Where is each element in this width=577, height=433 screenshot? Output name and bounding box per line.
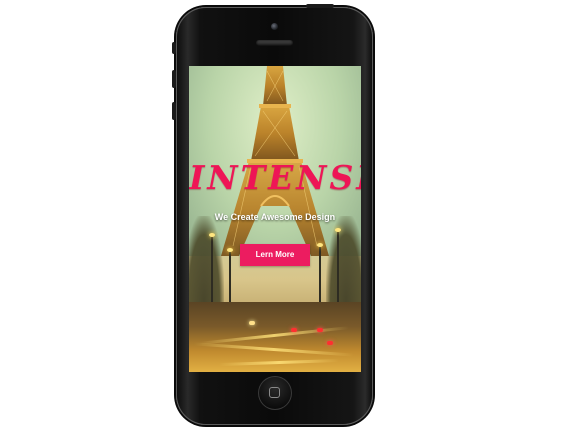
earpiece-speaker-icon bbox=[256, 40, 293, 46]
phone-screen: INTENSITY We Create Awesome Design Lern … bbox=[189, 66, 361, 372]
car-taillight bbox=[327, 341, 333, 345]
power-button bbox=[306, 4, 334, 8]
car-headlight bbox=[249, 321, 255, 325]
hero-subtitle: We Create Awesome Design bbox=[214, 212, 336, 222]
mute-switch bbox=[172, 42, 176, 54]
car-taillight bbox=[317, 328, 323, 332]
hero-title: INTENSITY bbox=[189, 158, 361, 197]
home-button[interactable] bbox=[258, 376, 292, 410]
canvas: INTENSITY We Create Awesome Design Lern … bbox=[0, 0, 577, 433]
home-button-icon bbox=[269, 387, 280, 398]
volume-down-button bbox=[172, 102, 176, 120]
learn-more-button[interactable]: Lern More bbox=[240, 244, 310, 266]
volume-up-button bbox=[172, 70, 176, 88]
phone-mockup: INTENSITY We Create Awesome Design Lern … bbox=[172, 4, 373, 425]
car-taillight bbox=[291, 328, 297, 332]
front-camera-icon bbox=[271, 23, 278, 30]
